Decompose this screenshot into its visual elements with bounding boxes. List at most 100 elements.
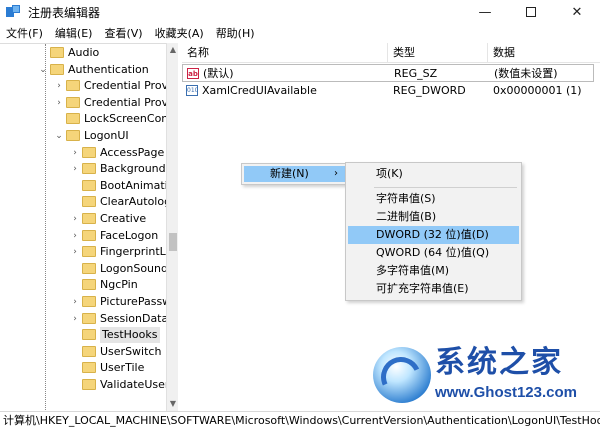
window-title: 注册表编辑器 <box>28 5 101 20</box>
tree-item[interactable]: › Background <box>0 161 166 177</box>
tree-item[interactable]: ⌄ Authentication <box>0 62 166 78</box>
tree-item-label: Creative <box>100 212 147 225</box>
tree-item-label: UserTile <box>100 361 145 375</box>
folder-icon <box>82 312 96 324</box>
submenu-item-label: 字符串值(S) <box>376 192 436 205</box>
close-icon: ✕ <box>571 4 583 20</box>
tree-item[interactable]: UserSwitch <box>0 344 166 360</box>
tree-item-label: FingerprintLo <box>100 245 173 259</box>
scroll-down-icon[interactable]: ▼ <box>167 397 179 411</box>
folder-icon <box>82 229 96 241</box>
expand-arrow-icon[interactable]: › <box>70 311 80 327</box>
menu-file[interactable]: 文件(F) <box>0 24 49 43</box>
menu-edit[interactable]: 编辑(E) <box>49 24 99 43</box>
tree-item[interactable]: Audio <box>0 45 166 61</box>
tree-item[interactable]: NgcPin <box>0 277 166 293</box>
value-row[interactable]: 010 XamlCredUIAvailable REG_DWORD 0x0000… <box>182 82 594 100</box>
collapse-arrow-icon[interactable]: ⌄ <box>38 62 48 78</box>
tree-item[interactable]: › FaceLogon <box>0 228 166 244</box>
tree-item[interactable]: ⌄ LogonUI <box>0 128 166 144</box>
registry-path: 计算机\HKEY_LOCAL_MACHINE\SOFTWARE\Microsof… <box>3 414 600 427</box>
site-watermark: 系统之家 www.Ghost123.com <box>373 345 597 407</box>
watermark-title: 系统之家 <box>435 345 563 380</box>
value-data: (数值未设置) <box>494 67 558 80</box>
value-type: REG_DWORD <box>393 84 466 97</box>
submenu-item-binary[interactable]: 二进制值(B) <box>348 208 519 226</box>
submenu-item-label: 二进制值(B) <box>376 210 437 223</box>
context-menu: 新建(N) › <box>241 163 349 185</box>
tree-item-label: Credential Provic <box>84 79 178 93</box>
folder-icon <box>82 362 96 374</box>
tree-item-label: ValidateUserr <box>100 378 174 391</box>
tree-scrollbar[interactable]: ▲ ▼ <box>166 43 178 411</box>
tree-item-label: LogonSoundP <box>100 261 175 275</box>
expand-arrow-icon[interactable]: › <box>54 78 64 94</box>
tree-item[interactable]: LogonSoundP <box>0 261 175 277</box>
tree-item[interactable]: › Creative <box>0 211 166 227</box>
tree-item-label: UserSwitch <box>100 344 162 358</box>
submenu-item-dword[interactable]: DWORD (32 位)值(D) <box>348 226 519 244</box>
context-menu-new-label: 新建(N) <box>270 167 309 180</box>
tree-item[interactable]: ClearAutologo <box>0 194 177 210</box>
expand-arrow-icon[interactable]: › <box>70 145 80 161</box>
menu-favorites[interactable]: 收藏夹(A) <box>149 24 210 43</box>
submenu-item-string[interactable]: 字符串值(S) <box>348 190 519 208</box>
tree-item-label: TestHooks <box>100 327 160 344</box>
maximize-button[interactable] <box>508 0 554 24</box>
string-value-icon: ab <box>187 68 199 79</box>
folder-icon <box>50 63 64 75</box>
tree-item[interactable]: › FingerprintLo <box>0 244 172 260</box>
tree-item[interactable]: › PicturePasswo <box>0 294 177 310</box>
tree-item[interactable]: › Credential Provic <box>0 95 177 111</box>
folder-icon <box>82 379 96 390</box>
menu-view[interactable]: 查看(V) <box>98 24 148 43</box>
tree-item-label: LogonUI <box>84 129 129 142</box>
folder-icon <box>82 146 96 158</box>
column-header-type[interactable]: 类型 <box>388 43 488 63</box>
value-row[interactable]: ab (默认) REG_SZ (数值未设置) <box>182 64 594 82</box>
tree-item[interactable]: UserTile <box>0 360 166 376</box>
submenu-item-label: 项(K) <box>376 167 403 180</box>
scroll-up-icon[interactable]: ▲ <box>167 43 179 57</box>
submenu-item-label: QWORD (64 位)值(Q) <box>376 246 490 259</box>
status-bar: 计算机\HKEY_LOCAL_MACHINE\SOFTWARE\Microsof… <box>0 411 600 430</box>
tree-item[interactable]: LockScreenConte <box>0 111 177 127</box>
expand-arrow-icon[interactable]: › <box>54 95 64 111</box>
value-data: 0x00000001 (1) <box>493 84 582 97</box>
folder-icon <box>82 179 96 191</box>
expand-arrow-icon[interactable]: › <box>70 161 80 177</box>
tree-item[interactable]: › Credential Provic <box>0 78 177 94</box>
expand-arrow-icon[interactable]: › <box>70 211 80 227</box>
submenu-item-multistring[interactable]: 多字符串值(M) <box>348 262 519 280</box>
tree-item-label: FaceLogon <box>100 228 159 242</box>
watermark-url: www.Ghost123.com <box>435 384 577 401</box>
value-type: REG_SZ <box>394 67 438 80</box>
column-header-data[interactable]: 数据 <box>488 43 600 63</box>
expand-arrow-icon[interactable]: › <box>70 244 80 260</box>
submenu-item-label: 多字符串值(M) <box>376 264 450 277</box>
expand-arrow-icon[interactable]: › <box>70 294 80 310</box>
menu-help[interactable]: 帮助(H) <box>210 24 261 43</box>
registry-tree[interactable]: Audio ⌄ Authentication › Credential Provic › C… <box>0 43 178 411</box>
column-header-name[interactable]: 名称 <box>182 43 388 63</box>
folder-icon <box>66 96 80 108</box>
submenu-item-key[interactable]: 项(K) <box>348 165 519 183</box>
registry-editor-icon <box>6 5 20 19</box>
tree-item[interactable]: TestHooks <box>0 327 166 344</box>
binary-value-icon: 010 <box>186 85 199 96</box>
expand-arrow-icon[interactable]: › <box>70 228 80 244</box>
tree-item[interactable]: ValidateUserr <box>0 377 174 393</box>
maximize-icon <box>526 7 536 17</box>
submenu-item-qword[interactable]: QWORD (64 位)值(Q) <box>348 244 519 262</box>
tree-item-label: Audio <box>68 46 100 59</box>
tree-item[interactable]: › AccessPage <box>0 145 166 161</box>
tree-item[interactable]: › SessionData <box>0 311 168 327</box>
close-button[interactable]: ✕ <box>554 0 600 24</box>
submenu-arrow-icon: › <box>334 168 338 179</box>
tree-item[interactable]: BootAnimatio <box>0 178 174 194</box>
minimize-button[interactable]: — <box>462 0 508 24</box>
submenu-item-label: DWORD (32 位)值(D) <box>376 228 489 241</box>
scrollbar-thumb[interactable] <box>169 233 177 251</box>
collapse-arrow-icon[interactable]: ⌄ <box>54 128 64 144</box>
submenu-item-expandable-string[interactable]: 可扩充字符串值(E) <box>348 280 519 298</box>
